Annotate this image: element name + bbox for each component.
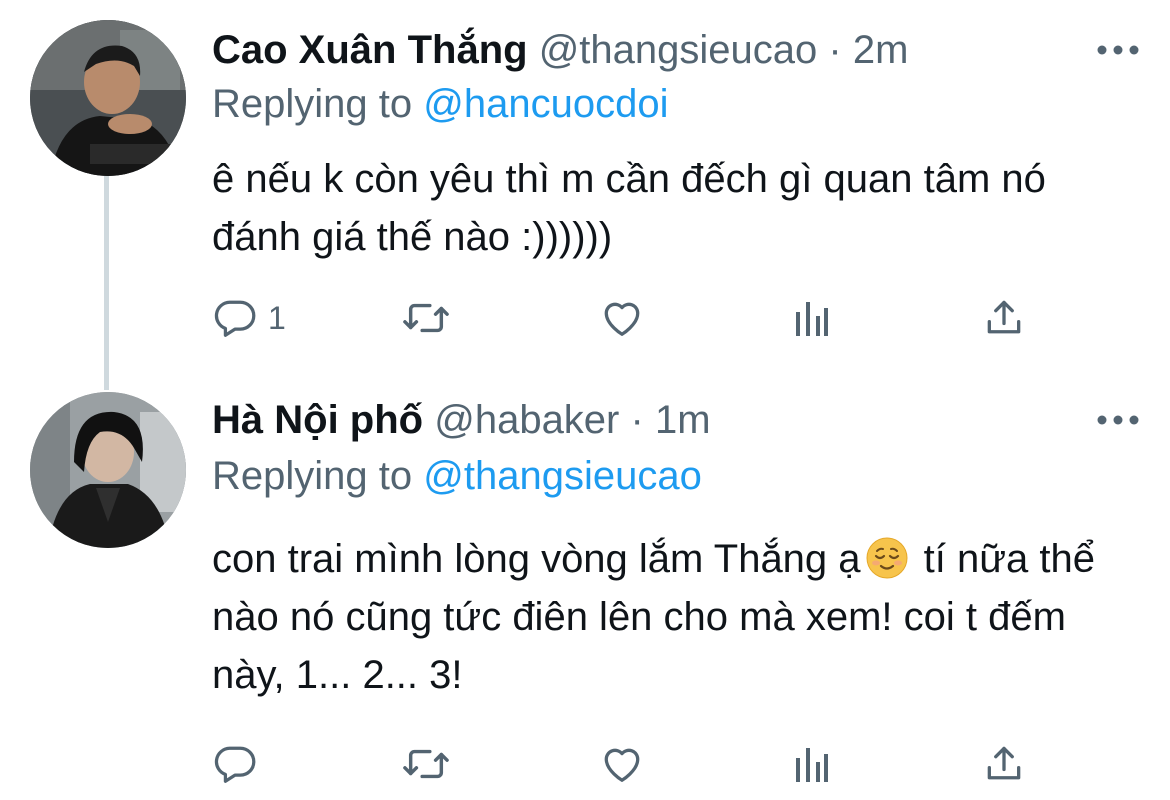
replying-to: Replying to @hancuocdoi xyxy=(212,78,668,130)
retweet-button[interactable] xyxy=(400,734,452,794)
reply-count: 1 xyxy=(268,299,286,336)
share-icon xyxy=(982,295,1026,341)
tweet-header: Cao Xuân Thắng @thangsieucao · 2m xyxy=(212,24,1170,76)
more-icon[interactable] xyxy=(1096,398,1140,442)
retweet-button[interactable] xyxy=(400,288,452,348)
stats-icon xyxy=(792,298,832,338)
display-name[interactable]: Cao Xuân Thắng xyxy=(212,28,528,72)
tweet[interactable]: Cao Xuân Thắng @thangsieucao · 2m Replyi… xyxy=(0,0,1170,380)
timestamp[interactable]: 2m xyxy=(853,28,909,72)
tweet-text-part1: con trai mình lòng vòng lắm Thắng ạ xyxy=(212,537,861,581)
stats-button[interactable] xyxy=(792,288,832,348)
replying-prefix: Replying to xyxy=(212,82,413,126)
separator-dot: · xyxy=(630,398,644,442)
replying-to: Replying to @thangsieucao xyxy=(212,450,702,502)
tweet[interactable]: Hà Nội phố @habaker · 1m Replying to @th… xyxy=(0,380,1170,800)
separator-dot: · xyxy=(828,28,842,72)
action-bar xyxy=(212,734,1042,794)
like-icon xyxy=(598,295,646,341)
share-icon xyxy=(982,741,1026,787)
reply-icon xyxy=(212,741,258,787)
like-button[interactable] xyxy=(598,734,646,794)
avatar[interactable] xyxy=(30,20,186,176)
action-bar: 1 xyxy=(212,288,1042,348)
reply-button[interactable] xyxy=(212,734,268,794)
replying-prefix: Replying to xyxy=(212,454,413,498)
user-handle[interactable]: @thangsieucao xyxy=(539,28,818,72)
like-button[interactable] xyxy=(598,288,646,348)
user-handle[interactable]: @habaker xyxy=(434,398,619,442)
timestamp[interactable]: 1m xyxy=(655,398,711,442)
display-name[interactable]: Hà Nội phố xyxy=(212,398,423,442)
replying-mention-link[interactable]: @hancuocdoi xyxy=(423,82,668,126)
stats-button[interactable] xyxy=(792,734,832,794)
avatar[interactable] xyxy=(30,392,186,548)
more-icon[interactable] xyxy=(1096,28,1140,72)
relieved-face-icon xyxy=(865,536,909,580)
reply-button[interactable]: 1 xyxy=(212,288,286,348)
share-button[interactable] xyxy=(982,288,1026,348)
replying-mention-link[interactable]: @thangsieucao xyxy=(423,454,702,498)
stats-icon xyxy=(792,744,832,784)
tweet-text: con trai mình lòng vòng lắm Thắng ạ tí n… xyxy=(212,530,1112,704)
tweet-text: ê nếu k còn yêu thì m cần đếch gì quan t… xyxy=(212,157,1046,259)
retweet-icon xyxy=(400,741,452,787)
retweet-icon xyxy=(400,295,452,341)
share-button[interactable] xyxy=(982,734,1026,794)
reply-icon xyxy=(212,295,258,341)
like-icon xyxy=(598,741,646,787)
tweet-header: Hà Nội phố @habaker · 1m xyxy=(212,394,1170,446)
